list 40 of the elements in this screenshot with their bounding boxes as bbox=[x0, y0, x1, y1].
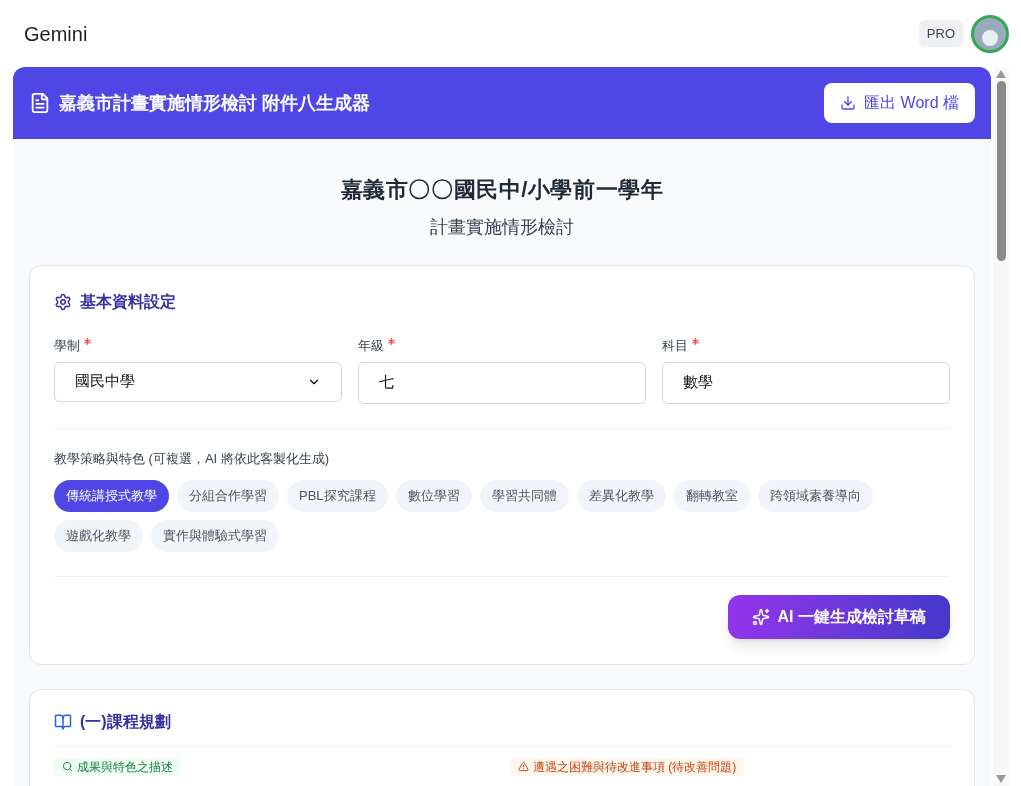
page-title: 嘉義市〇〇國民中/小學前一學年 bbox=[340, 176, 664, 204]
book-icon bbox=[54, 713, 72, 731]
download-icon bbox=[840, 95, 857, 111]
pro-badge: PRO bbox=[918, 19, 963, 48]
strategy-chip[interactable]: PBL探究課程 bbox=[287, 480, 388, 512]
field-label: 年級 bbox=[358, 337, 384, 355]
section-tag: 成果與特色之描述 bbox=[54, 757, 181, 776]
strategy-chip[interactable]: 跨領域素養導向 bbox=[757, 480, 873, 512]
scrollbar[interactable] bbox=[993, 67, 1009, 786]
settings-icon bbox=[54, 293, 72, 311]
app-title: Gemini bbox=[24, 21, 88, 47]
strategy-chip[interactable]: 數位學習 bbox=[395, 480, 472, 512]
sparkles-icon bbox=[751, 608, 770, 626]
strategies-label: 教學策略與特色 (可複選，AI 將依此客製化生成) bbox=[54, 449, 331, 468]
strategy-chip[interactable]: 差異化教學 bbox=[576, 480, 666, 512]
text-field[interactable]: 七 bbox=[358, 361, 646, 404]
text-field[interactable]: 數學 bbox=[662, 361, 950, 404]
field-label: 學制 bbox=[54, 337, 80, 355]
strategy-chip[interactable]: 翻轉教室 bbox=[673, 480, 750, 512]
scroll-down-icon[interactable] bbox=[996, 775, 1006, 783]
document-icon bbox=[29, 92, 51, 114]
warning-icon bbox=[518, 761, 529, 772]
strategy-chip[interactable]: 分組合作學習 bbox=[177, 480, 279, 512]
select-field[interactable]: 國民中學 bbox=[54, 361, 342, 402]
generate-button[interactable]: AI 一鍵生成檢討草稿 bbox=[727, 595, 950, 639]
page-subtitle: 計畫實施情形檢討 bbox=[430, 216, 574, 239]
field-label: 科目 bbox=[662, 337, 688, 355]
avatar-icon[interactable] bbox=[971, 14, 1009, 53]
strategy-chip[interactable]: 傳統講授式教學 bbox=[54, 480, 169, 512]
strategy-chip[interactable]: 實作與體驗式學習 bbox=[151, 520, 279, 552]
scroll-thumb[interactable] bbox=[996, 81, 1006, 261]
section-tag: 遭遇之困難與待改進事項 (待改善問題) bbox=[510, 757, 745, 776]
section-title: 基本資料設定 bbox=[80, 292, 176, 312]
export-button[interactable]: 匯出 Word 檔 bbox=[824, 83, 975, 123]
strategy-chip[interactable]: 遊戲化教學 bbox=[54, 520, 143, 552]
strategy-chip[interactable]: 學習共同體 bbox=[479, 480, 569, 512]
scroll-up-icon[interactable] bbox=[996, 70, 1006, 78]
header-title: 嘉義市計畫實施情形檢討 附件八生成器 bbox=[59, 91, 370, 115]
search-icon bbox=[62, 761, 73, 772]
section-title: (一)課程規劃 bbox=[80, 712, 171, 732]
